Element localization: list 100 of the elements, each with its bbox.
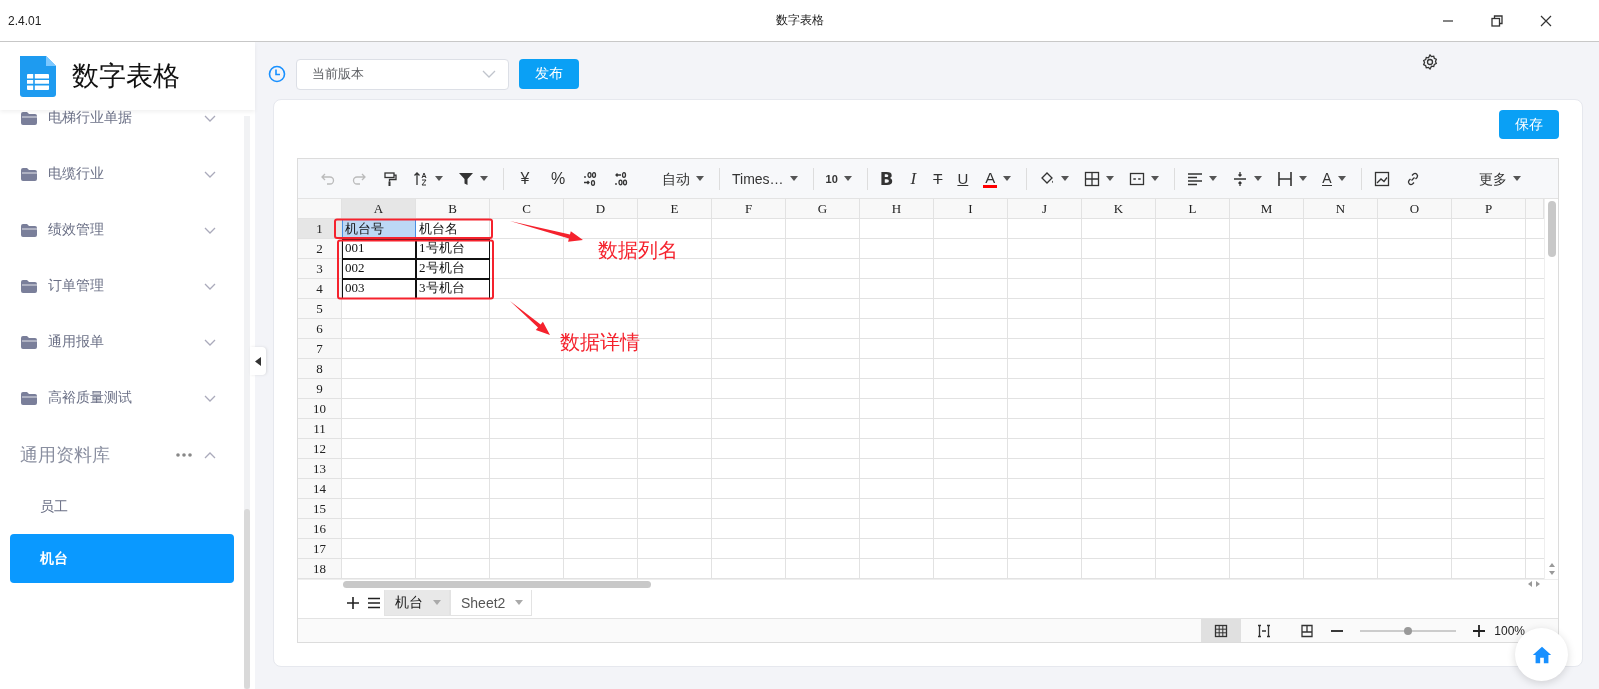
- vertical-scrollbar[interactable]: [1544, 199, 1558, 579]
- caret-icon[interactable]: [1209, 176, 1218, 181]
- number-format-dropdown[interactable]: 自动: [662, 169, 690, 188]
- merge-cells-icon[interactable]: [1129, 170, 1146, 187]
- font-dropdown[interactable]: Times…: [732, 169, 784, 188]
- table-cell[interactable]: 2号机台: [416, 259, 490, 279]
- borders-icon[interactable]: [1084, 170, 1101, 187]
- column-header[interactable]: D: [564, 199, 638, 219]
- caret-icon[interactable]: [1061, 176, 1070, 181]
- decrease-decimal-icon[interactable]: [613, 170, 629, 187]
- close-icon[interactable]: [1540, 14, 1552, 27]
- underline-button[interactable]: U: [957, 169, 969, 188]
- column-header[interactable]: H: [860, 199, 934, 219]
- scroll-thumb[interactable]: [343, 580, 651, 588]
- column-header[interactable]: C: [490, 199, 564, 219]
- strikethrough-button[interactable]: T: [933, 169, 943, 188]
- caret-icon[interactable]: [1337, 176, 1346, 181]
- align-left-icon[interactable]: [1187, 170, 1204, 187]
- column-header[interactable]: E: [638, 199, 712, 219]
- row-header[interactable]: 15: [298, 499, 342, 519]
- table-cell[interactable]: 机台名: [416, 219, 490, 239]
- collapse-button[interactable]: [250, 347, 266, 375]
- row-header[interactable]: 2: [298, 239, 342, 259]
- filter-icon[interactable]: [458, 170, 474, 187]
- row-header[interactable]: 12: [298, 439, 342, 459]
- vertical-align-icon[interactable]: [1232, 170, 1249, 187]
- folder-item[interactable]: 绩效管理: [0, 202, 244, 258]
- column-header[interactable]: L: [1156, 199, 1230, 219]
- row-header[interactable]: 5: [298, 299, 342, 319]
- zoom-slider[interactable]: [1360, 629, 1457, 632]
- view-mode-button[interactable]: [1201, 619, 1242, 642]
- column-header[interactable]: N: [1304, 199, 1378, 219]
- folder-item[interactable]: 电梯行业单据: [0, 110, 244, 146]
- italic-button[interactable]: I: [908, 169, 919, 188]
- caret-icon[interactable]: [843, 176, 852, 181]
- row-header[interactable]: 3: [298, 259, 342, 279]
- slider-thumb[interactable]: [1404, 626, 1413, 635]
- sheet-tab[interactable]: 机台: [384, 590, 450, 616]
- caret-icon[interactable]: [789, 176, 798, 181]
- caret-icon[interactable]: [1151, 176, 1160, 181]
- row-header[interactable]: 14: [298, 479, 342, 499]
- row-header[interactable]: 1: [298, 219, 342, 239]
- caret-icon[interactable]: [435, 176, 443, 181]
- scroll-up-icon[interactable]: [1547, 561, 1556, 569]
- folder-item[interactable]: 电缆行业: [0, 146, 244, 202]
- add-sheet-icon[interactable]: [346, 596, 360, 610]
- row-header[interactable]: 18: [298, 559, 342, 579]
- table-cell[interactable]: 3号机台: [416, 279, 490, 299]
- zoom-in-icon[interactable]: [1472, 623, 1487, 638]
- column-header[interactable]: P: [1452, 199, 1526, 219]
- caret-icon[interactable]: [1003, 176, 1012, 181]
- table-cell[interactable]: 002: [342, 259, 416, 279]
- bold-button[interactable]: B: [879, 169, 894, 188]
- increase-decimal-icon[interactable]: [582, 170, 598, 187]
- paint-roller-icon[interactable]: [382, 170, 398, 187]
- sidebar-item[interactable]: 员工: [0, 484, 234, 530]
- row-header[interactable]: 13: [298, 459, 342, 479]
- image-icon[interactable]: [1373, 170, 1390, 187]
- row-header[interactable]: 8: [298, 359, 342, 379]
- column-header[interactable]: B: [416, 199, 490, 219]
- row-header[interactable]: 4: [298, 279, 342, 299]
- row-header[interactable]: 7: [298, 339, 342, 359]
- scrollbar[interactable]: [244, 116, 250, 689]
- caret-icon[interactable]: [1106, 176, 1115, 181]
- table-cell[interactable]: 1号机台: [416, 239, 490, 259]
- version-select[interactable]: 当前版本: [296, 58, 509, 90]
- row-header[interactable]: 16: [298, 519, 342, 539]
- sheet-list-icon[interactable]: [367, 596, 381, 610]
- currency-symbol[interactable]: ¥: [516, 169, 534, 188]
- column-width-icon[interactable]: [1277, 170, 1294, 187]
- caret-icon[interactable]: [1254, 176, 1263, 181]
- caret-icon[interactable]: [480, 176, 488, 181]
- row-header[interactable]: 10: [298, 399, 342, 419]
- caret-icon[interactable]: [1299, 176, 1308, 181]
- settings-icon[interactable]: [1422, 54, 1438, 70]
- column-header[interactable]: K: [1082, 199, 1156, 219]
- column-header[interactable]: J: [1008, 199, 1082, 219]
- text-rotate-button[interactable]: A: [1322, 171, 1332, 186]
- horizontal-scrollbar[interactable]: [298, 579, 1558, 588]
- row-header[interactable]: 11: [298, 419, 342, 439]
- caret-icon[interactable]: [1513, 176, 1521, 181]
- row-header[interactable]: 9: [298, 379, 342, 399]
- font-size-dropdown[interactable]: 10: [825, 169, 838, 188]
- folder-item[interactable]: 高裕质量测试: [0, 370, 244, 426]
- column-header[interactable]: A: [342, 199, 416, 219]
- caret-icon[interactable]: [696, 176, 704, 181]
- restore-icon[interactable]: [1491, 14, 1503, 27]
- column-header[interactable]: F: [712, 199, 786, 219]
- column-header[interactable]: G: [786, 199, 860, 219]
- scroll-down-icon[interactable]: [1547, 569, 1556, 577]
- row-header[interactable]: 6: [298, 319, 342, 339]
- scroll-thumb[interactable]: [1547, 201, 1556, 257]
- more-dropdown[interactable]: 更多: [1479, 169, 1507, 188]
- folder-item[interactable]: 通用报单: [0, 314, 244, 370]
- table-cell[interactable]: 003: [342, 279, 416, 299]
- column-header[interactable]: O: [1378, 199, 1452, 219]
- percent-symbol[interactable]: %: [549, 169, 567, 188]
- table-cell[interactable]: 001: [342, 239, 416, 259]
- column-header[interactable]: M: [1230, 199, 1304, 219]
- font-color-button[interactable]: A: [983, 169, 998, 188]
